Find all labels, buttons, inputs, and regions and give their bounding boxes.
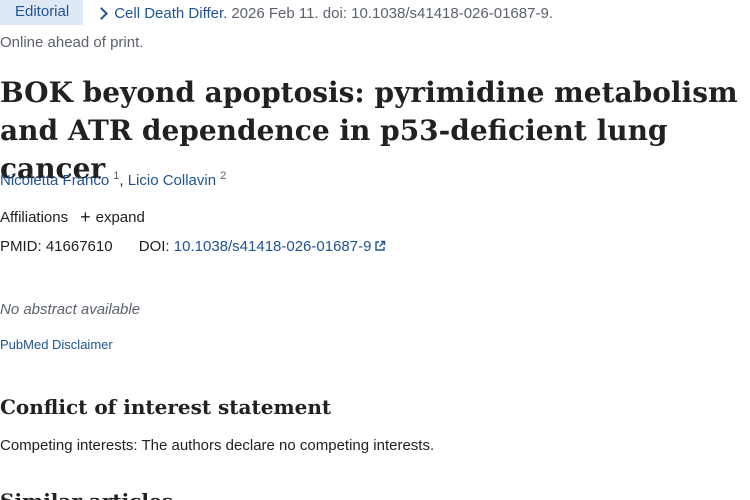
article-type-badge: Editorial: [0, 0, 84, 25]
authors-list: Nicoletta Franco 1, Licio Collavin 2: [0, 170, 226, 189]
doi-label: DOI:: [138, 238, 170, 255]
affiliations-label: Affiliations: [0, 209, 69, 226]
plus-icon: +: [80, 207, 91, 227]
citation-details: 2026 Feb 11. doi: 10.1038/s41418-026-016…: [231, 4, 553, 22]
doi-link[interactable]: 10.1038/s41418-026-01687-9: [174, 238, 387, 255]
article-page: Editorial Cell Death Differ. 2026 Feb 11…: [0, 0, 750, 500]
affiliations-row: Affiliations + expand: [0, 207, 145, 227]
publication-status: Online ahead of print.: [0, 34, 144, 51]
citation-bar: Editorial Cell Death Differ. 2026 Feb 11…: [0, 0, 553, 26]
expand-affiliations-button[interactable]: + expand: [80, 207, 145, 227]
identifiers-row: PMID: 41667610 DOI: 10.1038/s41418-026-0…: [0, 238, 386, 255]
no-abstract-note: No abstract available: [0, 301, 141, 318]
journal-link[interactable]: Cell Death Differ.: [95, 5, 227, 22]
affiliation-ref[interactable]: 2: [220, 170, 226, 182]
author-link[interactable]: Licio Collavin: [128, 172, 216, 189]
pubmed-disclaimer-link[interactable]: PubMed Disclaimer: [0, 337, 113, 352]
journal-name: Cell Death Differ.: [114, 4, 228, 22]
similar-articles-heading: Similar articles: [0, 488, 173, 500]
doi-value: 10.1038/s41418-026-01687-9: [173, 238, 372, 255]
pmid-label: PMID:: [0, 238, 42, 255]
author-link[interactable]: Nicoletta Franco: [0, 172, 109, 189]
expand-label: expand: [95, 209, 145, 226]
conflict-heading: Conflict of interest statement: [0, 395, 332, 419]
chevron-right-icon: [95, 6, 109, 20]
pmid-value: 41667610: [45, 238, 113, 255]
external-link-icon: [375, 240, 386, 251]
conflict-statement: Competing interests: The authors declare…: [0, 437, 435, 454]
author-separator: ,: [119, 172, 128, 189]
